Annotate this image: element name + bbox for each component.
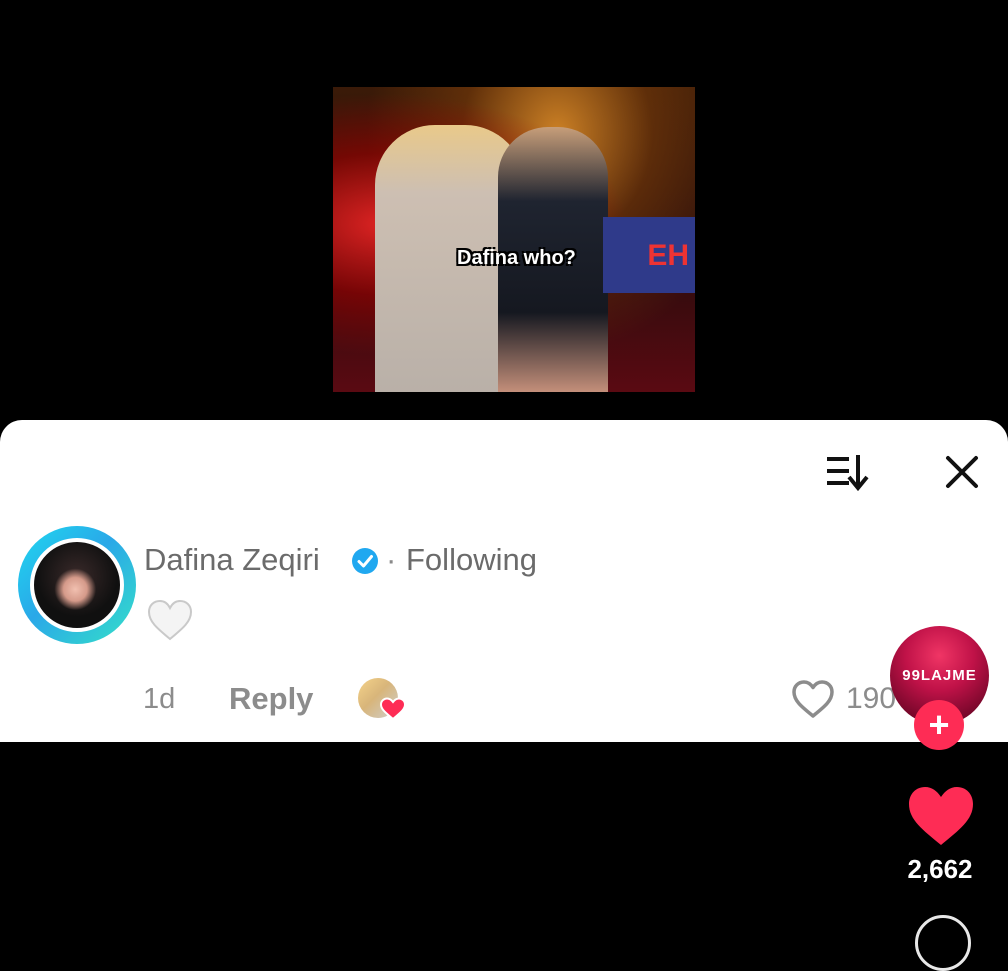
- close-icon[interactable]: [942, 452, 982, 492]
- comment-username[interactable]: Dafina Zeqiri: [144, 542, 320, 578]
- comment-time: 1d: [143, 683, 176, 715]
- white-heart-emoji-icon: [147, 599, 193, 641]
- like-video-heart-icon[interactable]: [906, 784, 976, 848]
- comment-icon-partial[interactable]: [915, 915, 971, 971]
- heart-outline-icon[interactable]: [790, 678, 836, 720]
- creator-liked-heart-icon: [380, 697, 406, 721]
- verified-badge-icon: [352, 548, 378, 574]
- avatar[interactable]: [30, 538, 124, 632]
- separator-dot: ·: [386, 542, 397, 577]
- video-frame[interactable]: EH Dafina who?: [333, 87, 695, 392]
- follow-button[interactable]: +: [914, 700, 964, 750]
- comment-like-count: 190: [846, 682, 897, 715]
- video-like-count: 2,662: [907, 854, 973, 884]
- following-label: Following: [406, 542, 537, 577]
- channel-logo: 99LAJME: [902, 667, 977, 684]
- sort-icon[interactable]: [825, 452, 873, 492]
- video-caption: Dafina who?: [457, 247, 576, 269]
- video-sign-text: EH: [647, 239, 689, 272]
- reply-button[interactable]: Reply: [229, 681, 313, 717]
